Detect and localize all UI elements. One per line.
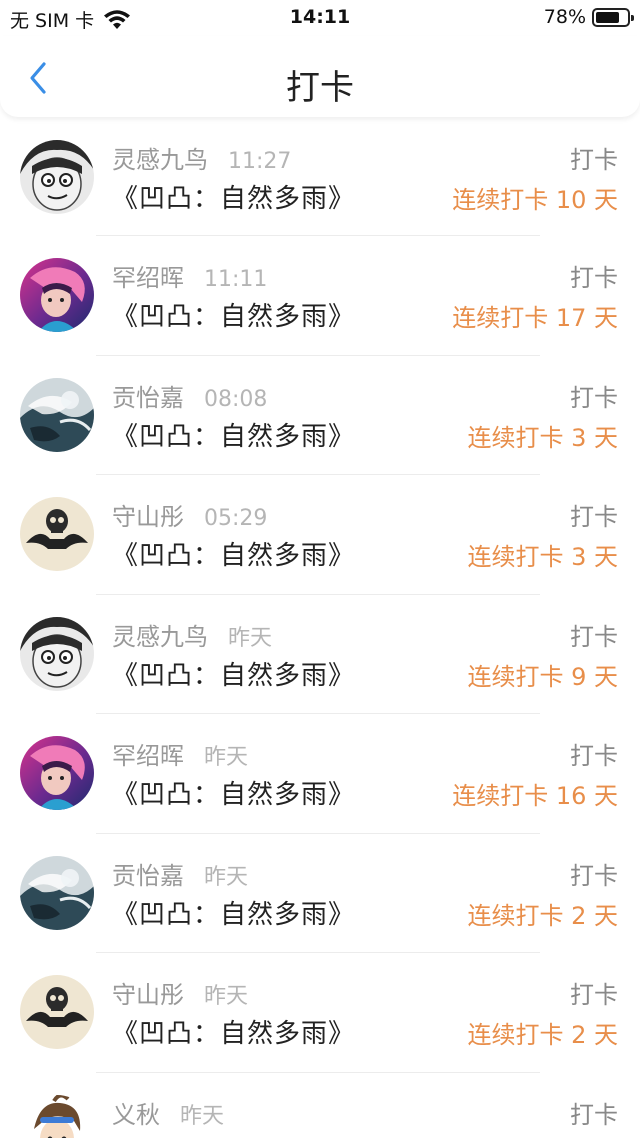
name-line: 罕绍晖 昨天 <box>112 736 248 771</box>
checkin-time: 11:27 <box>228 149 292 174</box>
checkin-list[interactable]: 灵感九鸟 11:27 《凹凸：自然多雨》 打卡 连续打卡 10 天 罕绍晖 11:11 《凹… <box>0 118 640 1138</box>
list-item[interactable]: 灵感九鸟 11:27 《凹凸：自然多雨》 打卡连续打卡 10 天 <box>0 118 640 236</box>
status-bar: 无 SIM 卡 14:11 78% <box>0 0 640 36</box>
battery-percent: 78% <box>543 6 586 28</box>
checkin-action-label: 打卡 <box>570 503 618 531</box>
user-name[interactable]: 罕绍晖 <box>112 258 184 293</box>
list-item[interactable]: 义秋昨天《凹凸：自然多雨》 打卡 <box>0 1072 640 1138</box>
checkin-time: 昨天 <box>204 745 249 770</box>
name-line: 守山彤 昨天 <box>112 975 248 1010</box>
book-title[interactable]: 《凹凸：自然多雨》 <box>112 1013 355 1050</box>
book-title[interactable]: 《凹凸：自然多雨》 <box>112 416 355 453</box>
streak-count: 连续打卡 9 天 <box>467 662 618 691</box>
navigation-bar: 打卡 <box>0 36 640 117</box>
name-line: 守山彤 05:29 <box>112 497 267 532</box>
name-line: 贡怡嘉 昨天 <box>112 856 248 891</box>
name-line: 灵感九鸟 11:27 <box>112 140 291 175</box>
list-item[interactable]: 守山彤 昨天 《凹凸：自然多雨》 打卡 连续打卡 2 天 <box>0 953 640 1073</box>
streak-count: 连续打卡 3 天 <box>467 423 618 452</box>
streak-count: 连续打卡 3 天 <box>467 543 618 571</box>
book-title[interactable]: 《凹凸：自然多雨》 <box>112 178 355 215</box>
list-item[interactable]: 罕绍晖 11:11 《凹凸：自然多雨》 打卡连续打卡 17 天 <box>0 236 640 356</box>
book-title[interactable]: 《凹凸：自然多雨》 <box>112 535 355 572</box>
streak-count: 连续打卡 17 天 <box>452 304 618 332</box>
book-title[interactable]: 《凹凸：自然多雨》 <box>112 296 355 333</box>
page-title: 打卡 <box>286 68 354 108</box>
streak-count: 连续打卡 2 天 <box>467 1021 618 1049</box>
battery-fill <box>596 11 620 23</box>
book-title[interactable]: 《凹凸：自然多雨》 <box>112 774 355 811</box>
book-title[interactable]: 《凹凸：自然多雨》 <box>112 1133 355 1138</box>
checkin-time: 08:08 <box>204 386 268 412</box>
list-item[interactable]: 罕绍晖 昨天 《凹凸：自然多雨》 打卡 连续打卡 16 天 <box>0 714 640 834</box>
name-line: 罕绍晖 11:11 <box>112 258 267 293</box>
avatar[interactable] <box>20 140 94 214</box>
book-title[interactable]: 《凹凸：自然多雨》 <box>112 894 355 931</box>
list-item[interactable]: 守山彤 05:29 《凹凸：自然多雨》 打卡连续打卡 3 天 <box>0 475 640 595</box>
checkin-action-label: 打卡 <box>570 981 618 1009</box>
list-item[interactable]: 贡怡嘉 昨天 《凹凸：自然多雨》 打卡 连续打卡 2 天 <box>0 833 640 953</box>
user-name[interactable]: 守山彤 <box>112 975 184 1010</box>
name-line: 灵感九鸟 昨天 <box>112 617 272 652</box>
checkin-time: 11:11 <box>204 267 268 292</box>
checkin-time: 昨天 <box>204 864 249 890</box>
checkin-action-label: 打卡 <box>570 861 618 890</box>
book-title[interactable]: 《凹凸：自然多雨》 <box>112 655 355 692</box>
checkin-action-label: 打卡 <box>570 264 618 292</box>
user-name[interactable]: 灵感九鸟 <box>112 617 208 652</box>
streak-count: 连续打卡 2 天 <box>467 901 618 930</box>
avatar[interactable] <box>20 497 94 571</box>
checkin-time: 昨天 <box>228 625 273 651</box>
avatar[interactable] <box>20 377 94 452</box>
user-name[interactable]: 贡怡嘉 <box>112 856 184 891</box>
checkin-action-label: 打卡 <box>570 383 618 412</box>
avatar[interactable] <box>20 258 94 332</box>
name-line: 义秋 昨天 <box>112 1095 224 1130</box>
battery-icon <box>592 7 634 27</box>
avatar[interactable] <box>20 616 94 691</box>
checkin-time: 05:29 <box>204 506 268 531</box>
user-name[interactable]: 贡怡嘉 <box>112 378 184 413</box>
checkin-action-label: 打卡 <box>570 1100 618 1129</box>
user-name[interactable]: 义秋 <box>112 1095 160 1130</box>
avatar[interactable] <box>20 975 94 1049</box>
name-line: 贡怡嘉 08:08 <box>112 378 267 413</box>
battery-status: 78% <box>543 6 634 28</box>
streak-count: 连续打卡 10 天 <box>452 186 618 214</box>
avatar[interactable] <box>20 1094 94 1138</box>
user-name[interactable]: 守山彤 <box>112 497 184 532</box>
user-name[interactable]: 罕绍晖 <box>112 736 184 771</box>
user-name[interactable]: 灵感九鸟 <box>112 140 208 175</box>
avatar[interactable] <box>20 855 94 930</box>
checkin-action-label: 打卡 <box>570 146 618 174</box>
checkin-action-label: 打卡 <box>570 622 618 651</box>
checkin-time: 昨天 <box>180 1103 225 1129</box>
list-item[interactable]: 灵感九鸟 昨天 《凹凸：自然多雨》 打卡 连续打卡 9 天 <box>0 594 640 714</box>
avatar[interactable] <box>20 736 94 810</box>
checkin-time: 昨天 <box>204 984 249 1009</box>
checkin-action-label: 打卡 <box>570 742 618 770</box>
streak-count: 连续打卡 16 天 <box>452 782 618 810</box>
list-item[interactable]: 贡怡嘉 08:08 《凹凸：自然多雨》 打卡连续打卡 3 天 <box>0 355 640 475</box>
